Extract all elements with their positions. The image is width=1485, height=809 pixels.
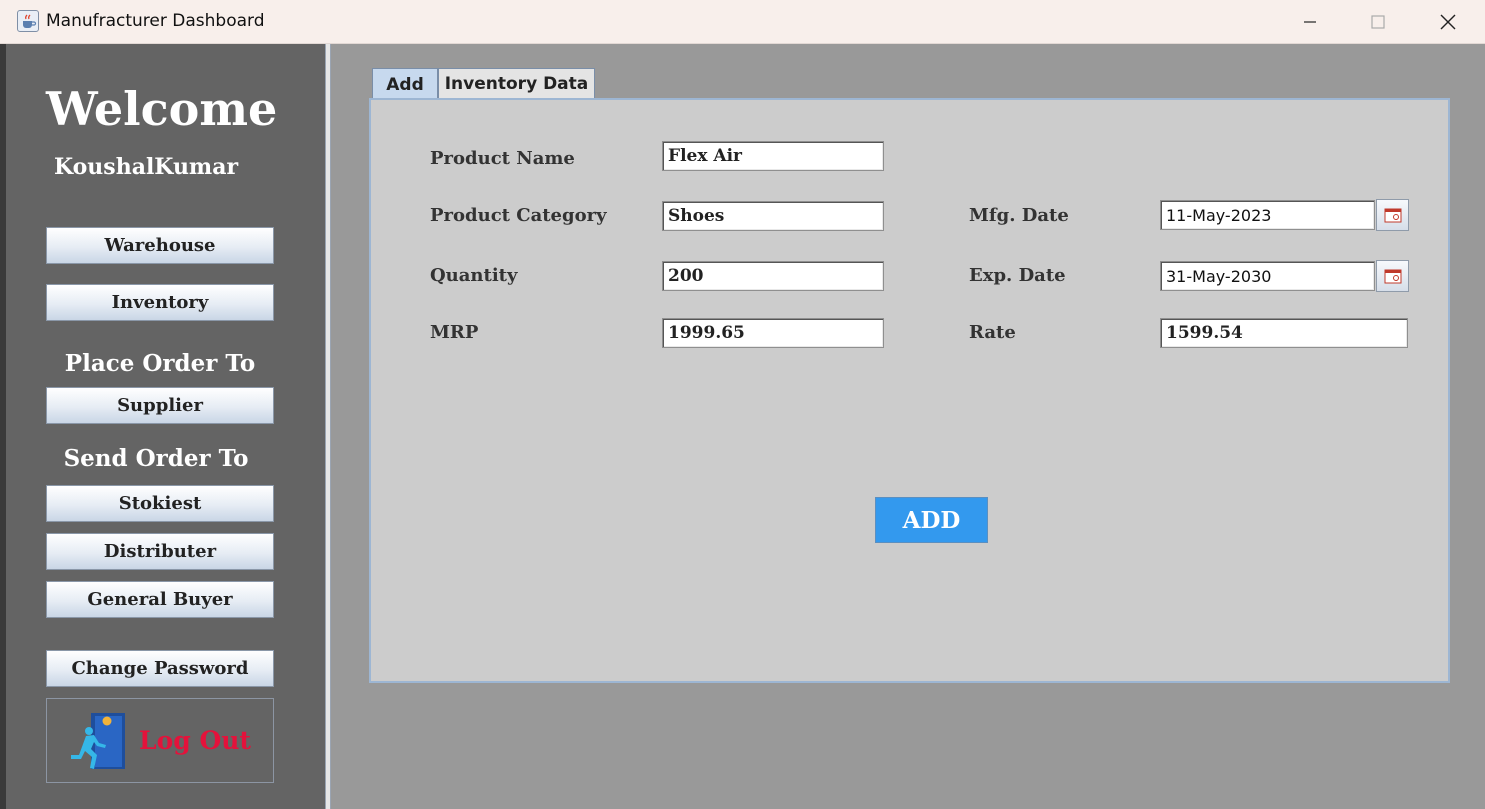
username-label: KoushalKumar (54, 154, 239, 180)
close-button[interactable] (1414, 0, 1482, 44)
product-name-label: Product Name (430, 148, 575, 169)
rate-input[interactable] (1160, 318, 1408, 348)
change-password-button[interactable]: Change Password (46, 650, 274, 687)
mfg-date-label: Mfg. Date (969, 205, 1069, 226)
tab-add[interactable]: Add (372, 68, 438, 101)
maximize-icon (1371, 15, 1385, 29)
mrp-label: MRP (430, 322, 479, 343)
calendar-icon (1384, 269, 1401, 284)
general-buyer-button[interactable]: General Buyer (46, 581, 274, 618)
place-order-label: Place Order To (64, 350, 256, 377)
supplier-button[interactable]: Supplier (46, 387, 274, 424)
mfg-date-input[interactable] (1160, 200, 1375, 230)
exp-date-input[interactable] (1160, 261, 1375, 291)
quantity-label: Quantity (430, 265, 518, 286)
maximize-button[interactable] (1344, 0, 1412, 44)
calendar-icon (1384, 208, 1401, 223)
mrp-input[interactable] (662, 318, 884, 348)
product-name-input[interactable] (662, 141, 884, 171)
window-title: Manufracturer Dashboard (46, 11, 265, 31)
exit-door-icon (71, 712, 126, 769)
product-category-input[interactable] (662, 201, 884, 231)
split-pane-divider[interactable] (325, 44, 331, 809)
mfg-date-calendar-button[interactable] (1376, 199, 1409, 231)
add-product-panel (369, 98, 1450, 683)
minimize-button[interactable] (1276, 0, 1344, 44)
rate-label: Rate (969, 322, 1016, 343)
product-category-label: Product Category (430, 205, 607, 226)
minimize-icon (1304, 21, 1316, 23)
java-cup-icon (17, 10, 39, 32)
logout-button[interactable]: Log Out (46, 698, 274, 783)
exp-date-calendar-button[interactable] (1376, 260, 1409, 292)
stokiest-button[interactable]: Stokiest (46, 485, 274, 522)
tab-inventory-data[interactable]: Inventory Data (438, 68, 595, 99)
quantity-input[interactable] (662, 261, 884, 291)
add-product-button[interactable]: ADD (875, 497, 988, 543)
welcome-heading: Welcome (46, 82, 278, 136)
warehouse-button[interactable]: Warehouse (46, 227, 274, 264)
close-icon (1440, 14, 1456, 30)
distributer-button[interactable]: Distributer (46, 533, 274, 570)
send-order-label: Send Order To (63, 445, 249, 472)
logout-label: Log Out (139, 726, 251, 755)
exp-date-label: Exp. Date (969, 265, 1066, 286)
inventory-button[interactable]: Inventory (46, 284, 274, 321)
